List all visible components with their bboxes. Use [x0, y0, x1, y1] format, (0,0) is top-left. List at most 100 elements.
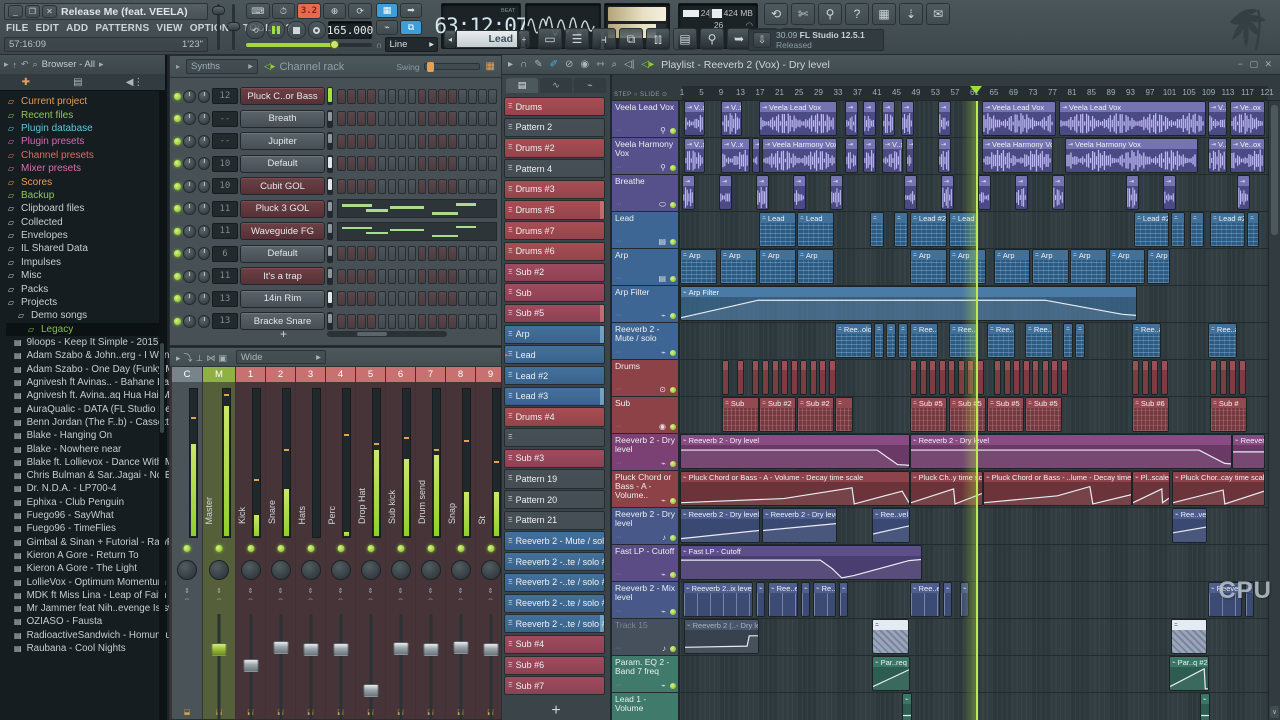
mixer-pan-knob[interactable]: [331, 560, 351, 580]
step-cell[interactable]: [367, 269, 376, 284]
clip[interactable]: ⇥: [845, 101, 858, 136]
step-cell[interactable]: [438, 89, 447, 104]
track-header[interactable]: Lead···▤: [612, 212, 680, 248]
clip[interactable]: ⇥: [1015, 175, 1028, 210]
clip[interactable]: ⇥: [830, 175, 843, 210]
channel-mini-slider[interactable]: [327, 222, 333, 240]
step-cell[interactable]: [468, 246, 477, 261]
step-cell[interactable]: [478, 269, 487, 284]
mixer-mute-led[interactable]: [184, 545, 191, 552]
channel-button[interactable]: Breath: [240, 110, 326, 128]
step-cell[interactable]: [428, 291, 437, 306]
channel-pan-knob[interactable]: [183, 90, 196, 103]
channel-enable-led[interactable]: [174, 115, 181, 122]
channel-volume-knob[interactable]: [198, 90, 211, 103]
clip[interactable]: Ξ: [1063, 323, 1073, 358]
clip[interactable]: ΞSub #5: [987, 397, 1024, 432]
step-cell[interactable]: [378, 111, 387, 126]
mixer-mute-led[interactable]: [216, 545, 223, 552]
drum-clip[interactable]: [1051, 360, 1058, 395]
step-cell[interactable]: [488, 246, 497, 261]
menu-item-file[interactable]: FILE: [6, 23, 28, 34]
drum-clip[interactable]: [737, 360, 744, 395]
picker-tab-automation-icon[interactable]: ⌁: [574, 78, 606, 93]
clip[interactable]: ΞSub #5: [1025, 397, 1062, 432]
channel-volume-knob[interactable]: [198, 180, 211, 193]
track-options-dots[interactable]: ···: [615, 200, 622, 209]
step-cell[interactable]: [488, 134, 497, 149]
drum-clip[interactable]: [1161, 360, 1168, 395]
pattern-item[interactable]: ΞDrums #2: [504, 138, 605, 157]
step-cell[interactable]: [418, 291, 427, 306]
magnet-icon[interactable]: ∩: [520, 59, 527, 70]
step-cell[interactable]: [388, 134, 397, 149]
step-cell[interactable]: [458, 156, 467, 171]
step-cell[interactable]: [478, 89, 487, 104]
channel-target-display[interactable]: 13: [212, 291, 237, 307]
browser-file[interactable]: ▤Blake ft. Lollievox - Dance With Me: [14, 456, 165, 469]
channel-pan-knob[interactable]: [183, 225, 196, 238]
drum-clip[interactable]: [1239, 360, 1246, 395]
clip[interactable]: ⇥: [682, 175, 695, 210]
step-cell[interactable]: [448, 269, 457, 284]
step-cell[interactable]: [378, 134, 387, 149]
step-cell[interactable]: [448, 134, 457, 149]
zoom-icon[interactable]: ⌕: [612, 59, 618, 70]
mixer-mute-led[interactable]: [277, 545, 284, 552]
clip[interactable]: ⌁: [756, 582, 765, 617]
mixer-fader[interactable]: [429, 614, 432, 720]
step-cell[interactable]: [357, 246, 366, 261]
pattern-next-icon[interactable]: +: [518, 30, 530, 48]
clip[interactable]: ΞSub #: [1210, 397, 1247, 432]
channel-pan-knob[interactable]: [183, 202, 196, 215]
clip[interactable]: ⇥: [978, 175, 991, 210]
track-enable-led[interactable]: [670, 535, 676, 541]
pattern-selector-value[interactable]: Lead: [456, 30, 518, 48]
pattern-item[interactable]: ΞPattern 20: [504, 490, 605, 509]
track-enable-led[interactable]: [670, 461, 676, 467]
mixer-fader[interactable]: [459, 614, 462, 720]
step-cell[interactable]: [408, 291, 417, 306]
step-cell[interactable]: [398, 111, 407, 126]
menu-item-view[interactable]: VIEW: [156, 23, 182, 34]
channel-volume-knob[interactable]: [198, 112, 211, 125]
clip[interactable]: ⇥: [793, 175, 806, 210]
clip[interactable]: ΞArp: [994, 249, 1030, 284]
drum-clip[interactable]: [1132, 360, 1139, 395]
clip[interactable]: ΞRee..#4: [1132, 323, 1161, 358]
step-cell[interactable]: [337, 179, 346, 194]
track-auto-icon[interactable]: ⌁: [661, 607, 666, 616]
browser-file[interactable]: ▤Agnivesh ft. Avina..aq Hua Hai Mujhe: [14, 389, 165, 402]
clip[interactable]: ⌁Reeverb 2 - Dry level: [762, 508, 837, 543]
browser-item[interactable]: ▱Recent files: [6, 108, 165, 121]
step-cell[interactable]: [478, 156, 487, 171]
step-cell[interactable]: [448, 89, 457, 104]
browser-file[interactable]: ▤Benn Jordan (The F..b) - Cassette Cafe: [14, 416, 165, 429]
browser-window-icon[interactable]: ⧉: [619, 28, 643, 50]
step-cell[interactable]: [337, 89, 346, 104]
mixer-strip-Kick[interactable]: 1Kick⇕⇔⬓: [236, 367, 265, 719]
wait-input-icon[interactable]: ⊕: [323, 3, 347, 19]
mixer-strip-Hats[interactable]: 3Hats⇕⇔⬓: [296, 367, 325, 719]
mixer-pan-knob[interactable]: [361, 560, 381, 580]
track-mic-icon[interactable]: ⚲: [660, 126, 666, 135]
mixer-strip-number[interactable]: 9: [476, 367, 502, 382]
step-cell[interactable]: [388, 89, 397, 104]
browser-file[interactable]: ▤Adam Szabo & John..erg - I Wanna Be: [14, 349, 165, 362]
clip[interactable]: ⇥Veela Harmony Vox: [982, 138, 1053, 173]
browser-file[interactable]: ▤Adam Szabo - One Day (Funky Mix): [14, 363, 165, 376]
channel-enable-led[interactable]: [174, 228, 181, 235]
step-cell[interactable]: [408, 134, 417, 149]
channel-target-display[interactable]: 10: [212, 156, 237, 172]
swing-control[interactable]: Swing: [396, 62, 479, 72]
step-cell[interactable]: [458, 246, 467, 261]
news-panel[interactable]: ⇩ 30.09 FL Studio 12.5.1 Released: [748, 29, 884, 51]
track-header[interactable]: Fast LP - Cutoff···⌁: [612, 545, 680, 581]
drum-clip[interactable]: [791, 360, 798, 395]
step-cell[interactable]: [347, 246, 356, 261]
clip[interactable]: ⌁Reeverb 2 - Dry level: [910, 434, 1232, 469]
step-cell[interactable]: [488, 291, 497, 306]
track-header[interactable]: Lead 1 - Volume···⌁: [612, 693, 680, 720]
browser-file[interactable]: ▤Kieron A Gore - The Light: [14, 562, 165, 575]
pattern-item[interactable]: ΞReeverb 2 -..te / solo #4: [504, 552, 605, 571]
